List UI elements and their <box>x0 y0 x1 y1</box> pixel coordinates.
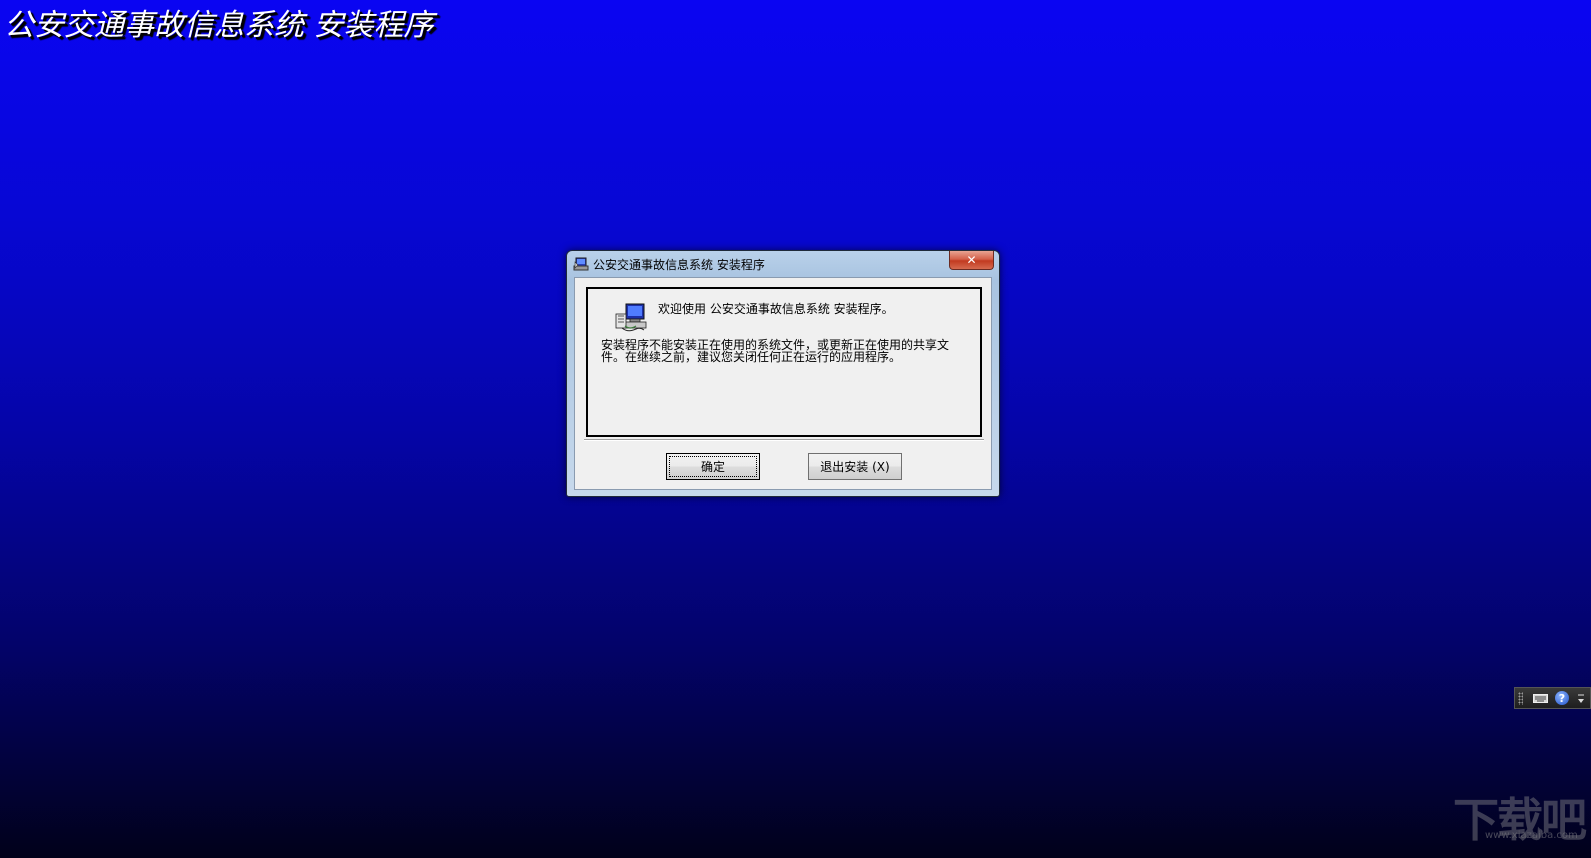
ok-button[interactable]: 确定 <box>666 453 760 480</box>
button-separator <box>584 439 984 441</box>
welcome-message: 欢迎使用 公安交通事故信息系统 安装程序。 <box>658 302 894 316</box>
options-icon[interactable] <box>1577 692 1585 705</box>
close-icon: ✕ <box>966 253 977 267</box>
warning-message: 安装程序不能安装正在使用的系统文件，或更新正在使用的共享文件。在继续之前，建议您… <box>601 338 950 364</box>
installer-background-title: 公安交通事故信息系统 安装程序 <box>4 8 434 43</box>
exit-setup-button[interactable]: 退出安装 (X) <box>808 453 902 480</box>
watermark-logo: 下载吧 www.xiazaiba.com <box>1453 784 1587 847</box>
keyboard-icon[interactable] <box>1533 692 1548 705</box>
dialog-client-area: 欢迎使用 公安交通事故信息系统 安装程序。 安装程序不能安装正在使用的系统文件，… <box>574 277 992 490</box>
dialog-titlebar[interactable]: 公安交通事故信息系统 安装程序 ✕ <box>567 251 999 277</box>
setup-dialog: 公安交通事故信息系统 安装程序 ✕ 欢迎使用 公安交通事故信息系统 安装程序。 … <box>566 250 1000 497</box>
grip-icon[interactable] <box>1518 692 1523 705</box>
setup-app-icon <box>573 257 589 271</box>
language-bar[interactable]: ? <box>1514 687 1591 709</box>
close-button[interactable]: ✕ <box>949 251 994 270</box>
setup-computer-icon <box>615 303 647 332</box>
watermark-url: www.xiazaiba.com <box>1485 830 1578 841</box>
message-frame: 欢迎使用 公安交通事故信息系统 安装程序。 安装程序不能安装正在使用的系统文件，… <box>586 287 982 437</box>
dialog-title: 公安交通事故信息系统 安装程序 <box>593 258 765 272</box>
help-icon[interactable]: ? <box>1555 691 1569 705</box>
